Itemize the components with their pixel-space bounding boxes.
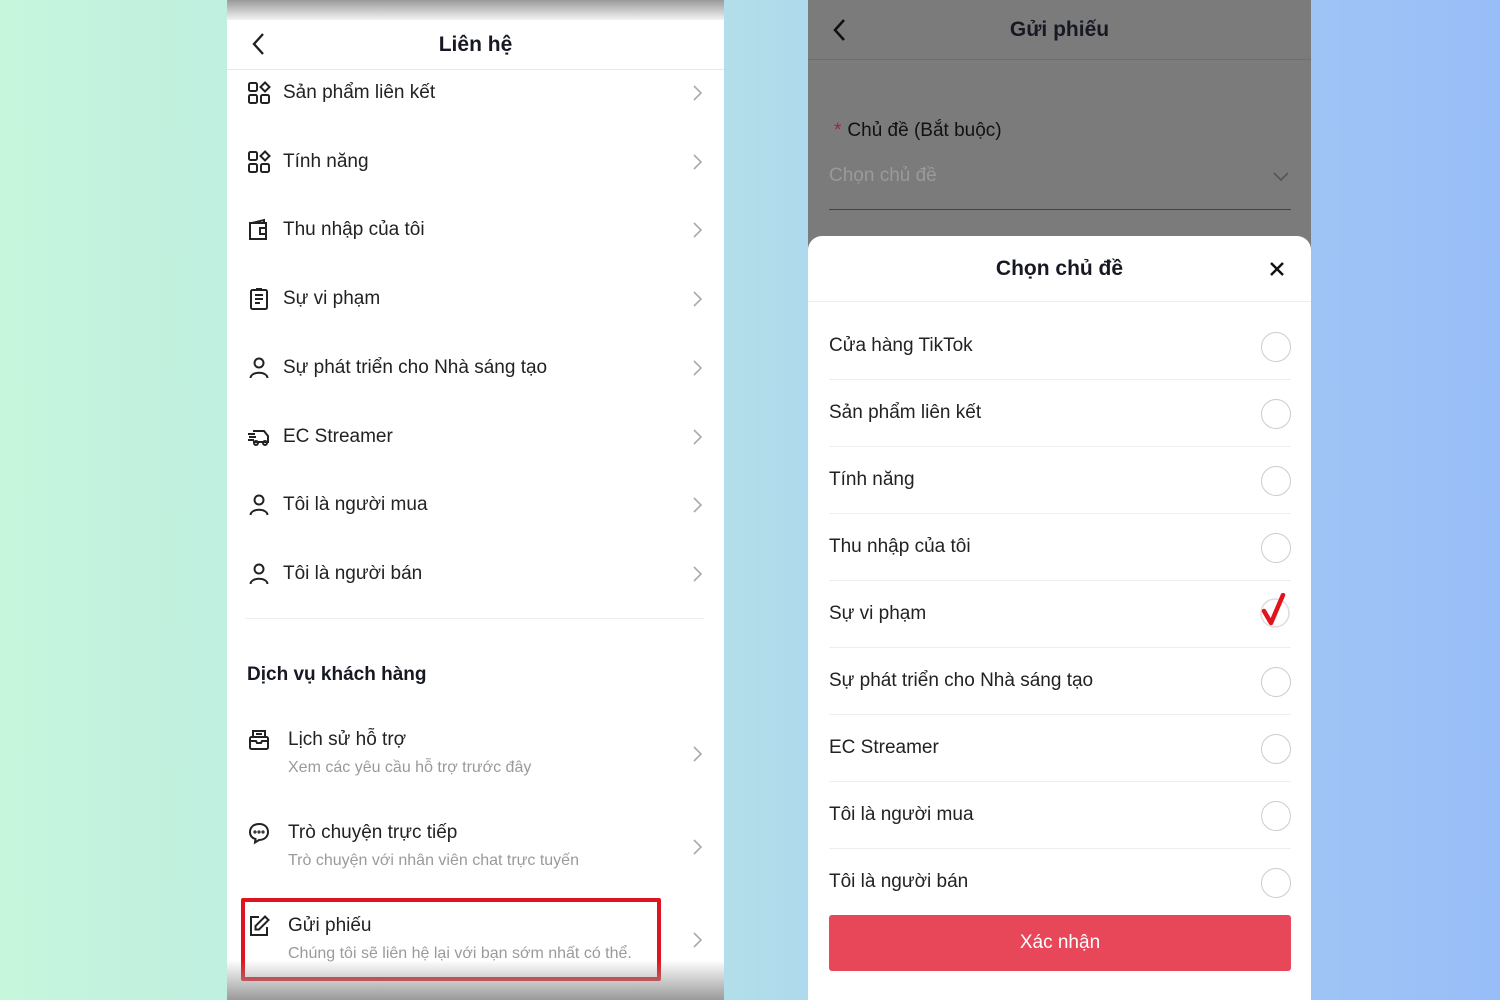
topic-option[interactable]: Sự vi phạm [829, 581, 1291, 648]
radio-button[interactable] [1261, 801, 1291, 831]
service-item[interactable]: Lịch sử hỗ trợ Xem các yêu cầu hỗ trợ trư… [227, 722, 724, 792]
service-item[interactable]: Trò chuyện trực tiếp Trò chuyện với nhân … [227, 815, 724, 885]
required-mark: * [834, 120, 842, 141]
topic-option[interactable]: Cửa hàng TikTok [829, 313, 1291, 380]
topic-option-label: Tôi là người mua [829, 804, 974, 825]
topic-option-label: Sự phát triển cho Nhà sáng tạo [829, 670, 1094, 691]
radio-button[interactable] [1261, 868, 1291, 898]
chevron-right-icon [693, 222, 703, 238]
topic-option-label: Sản phẩm liên kết [829, 402, 982, 423]
chevron-down-icon[interactable] [1273, 170, 1289, 182]
wallet-icon [249, 219, 267, 241]
topic-select[interactable]: Chọn chủ đề [829, 165, 937, 187]
contact-screen: Liên hệ Sản phẩm liên kết Tính năng Thu nh… [227, 0, 724, 1000]
radio-button[interactable] [1261, 734, 1291, 764]
chevron-right-icon [693, 154, 703, 170]
back-icon[interactable] [247, 31, 273, 57]
radio-button[interactable] [1261, 332, 1291, 362]
menu-item[interactable]: Tôi là người bán [227, 544, 724, 604]
chevron-right-icon [693, 566, 703, 582]
menu-item[interactable]: Sự vi phạm [227, 269, 724, 329]
bottom-shade [227, 960, 724, 1000]
topic-option-label: Tính năng [829, 469, 915, 490]
menu-item[interactable]: EC Streamer [227, 407, 724, 467]
user-icon [249, 357, 269, 379]
chat-icon [248, 822, 270, 845]
page-title: Gửi phiếu [1009, 17, 1110, 41]
topic-option[interactable]: EC Streamer [829, 715, 1291, 782]
field-label: * Chủ đề (Bắt buộc) [834, 120, 1002, 142]
topic-option[interactable]: Tôi là người mua [829, 782, 1291, 849]
section-title: Dịch vụ khách hàng [247, 664, 427, 685]
topic-option-label: Cửa hàng TikTok [829, 335, 973, 356]
menu-item[interactable]: Sự phát triển cho Nhà sáng tạo [227, 338, 724, 398]
topic-option[interactable]: Tôi là người bán [829, 849, 1291, 916]
confirm-button[interactable]: Xác nhận [829, 915, 1291, 971]
close-icon[interactable] [1269, 261, 1285, 277]
inbox-icon [249, 730, 269, 750]
chevron-right-icon [693, 291, 703, 307]
topic-option-label: EC Streamer [829, 737, 939, 758]
chevron-right-icon [693, 839, 703, 855]
radio-button[interactable] [1261, 399, 1291, 429]
truck-icon [248, 429, 269, 446]
menu-item-label: Tôi là người bán [283, 562, 423, 584]
user-icon [249, 563, 269, 585]
clipboard-icon [250, 288, 268, 311]
radio-button[interactable] [1261, 533, 1291, 563]
menu-item[interactable]: Thu nhập của tôi [227, 200, 724, 260]
chevron-right-icon [693, 497, 703, 513]
topic-option-label: Tôi là người bán [829, 871, 969, 892]
chevron-right-icon [693, 85, 703, 101]
page-title: Liên hệ [438, 32, 513, 56]
field-label-text: Chủ đề (Bắt buộc) [847, 120, 1002, 141]
topic-option[interactable]: Thu nhập của tôi [829, 514, 1291, 581]
chevron-right-icon [693, 746, 703, 762]
ticket-screen: Gửi phiếu * Chủ đề (Bắt buộc) Chọn chủ đề… [808, 0, 1311, 1000]
topic-option[interactable]: Tính năng [829, 447, 1291, 514]
service-description: Trò chuyện với nhân viên chat trực tuyến [288, 852, 579, 869]
topic-option[interactable]: Sản phẩm liên kết [829, 380, 1291, 447]
menu-item[interactable]: Sản phẩm liên kết [227, 63, 724, 123]
service-description: Xem các yêu cầu hỗ trợ trước đây [288, 759, 532, 776]
menu-item-label: Sự phát triển cho Nhà sáng tạo [283, 356, 548, 378]
divider [245, 618, 704, 619]
menu-item-label: Sản phẩm liên kết [283, 82, 436, 103]
topic-option[interactable]: Sự phát triển cho Nhà sáng tạo [829, 648, 1291, 715]
radio-button[interactable] [1261, 466, 1291, 496]
back-icon[interactable] [828, 17, 854, 43]
menu-item-label: Sự vi phạm [283, 288, 381, 310]
chevron-right-icon [693, 360, 703, 376]
menu-item-label: EC Streamer [283, 425, 393, 447]
service-label: Trò chuyện trực tiếp [288, 822, 458, 843]
header: Gửi phiếu [808, 0, 1311, 60]
menu-item-label: Tôi là người mua [283, 494, 428, 516]
service-label: Lịch sử hỗ trợ [288, 729, 407, 750]
chevron-right-icon [693, 932, 703, 948]
menu-item[interactable]: Tính năng [227, 132, 724, 192]
topic-sheet: Chọn chủ đề Cửa hàng TikTok Sản phẩm liên… [808, 236, 1311, 1000]
grid-icon [248, 149, 271, 173]
topic-option-label: Thu nhập của tôi [829, 536, 971, 557]
grid-icon [248, 81, 271, 104]
checkmark-icon [1260, 593, 1290, 628]
menu-item[interactable]: Tôi là người mua [227, 475, 724, 535]
menu-item-label: Tính năng [283, 150, 369, 172]
sheet-title: Chọn chủ đề [808, 236, 1311, 302]
radio-button[interactable] [1261, 667, 1291, 697]
field-underline [829, 209, 1291, 210]
status-area [227, 0, 724, 20]
chevron-right-icon [693, 428, 703, 445]
menu-item-label: Thu nhập của tôi [283, 219, 425, 241]
user-icon [249, 494, 269, 516]
topic-option-label: Sự vi phạm [829, 603, 927, 624]
